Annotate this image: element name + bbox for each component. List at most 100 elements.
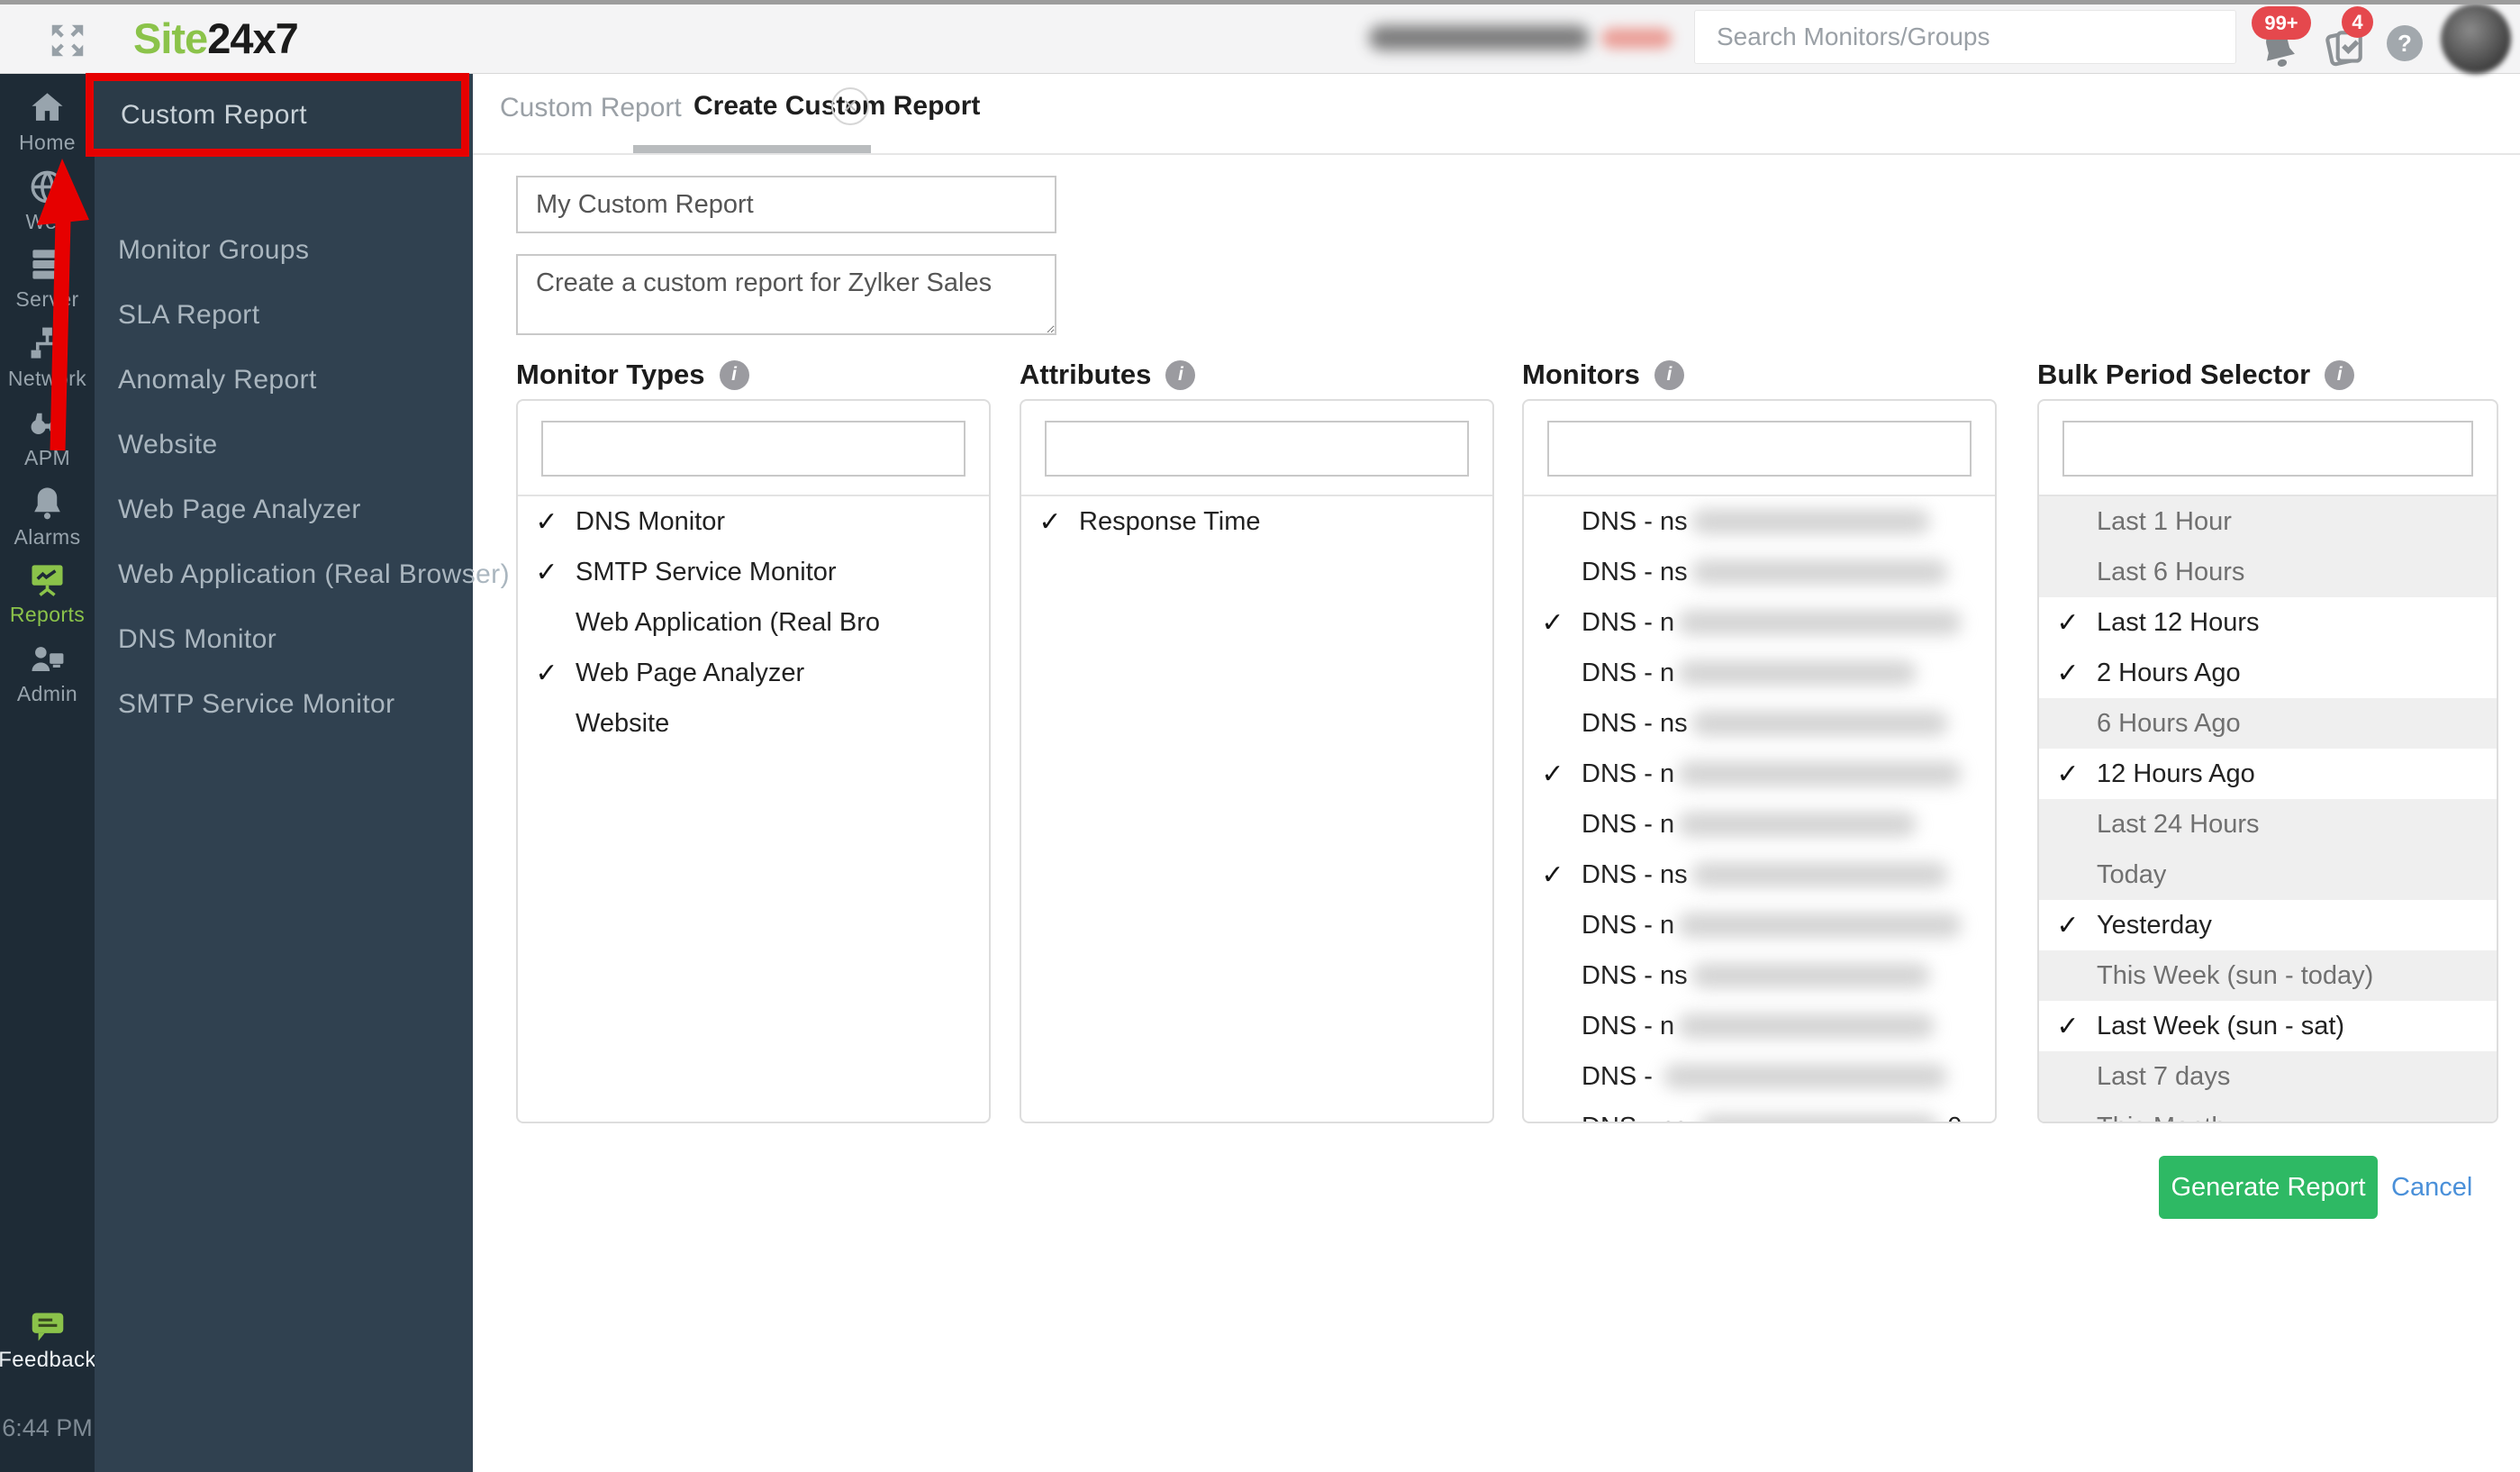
info-icon[interactable] [1654,359,1684,390]
expand-nav-icon[interactable] [47,20,88,61]
info-icon[interactable] [1165,359,1196,390]
submenu-item[interactable]: SMTP Service Monitor [95,672,473,737]
attributes-filter-input[interactable] [1045,421,1469,477]
submenu-item[interactable]: SLA Report [95,283,473,348]
info-icon[interactable] [719,359,749,390]
monitor-types-filter-input[interactable] [541,421,965,477]
period-option[interactable]: Last Week (sun - sat) [2039,1001,2497,1051]
period-option[interactable]: Yesterday [2039,900,2497,950]
period-option[interactable]: 12 Hours Ago [2039,749,2497,799]
option-label: DNS - n [1582,910,1675,940]
home-icon [32,93,63,121]
submenu-item-custom-report-highlighted[interactable]: Custom Report [86,73,469,157]
user-avatar[interactable] [2441,4,2511,74]
nav-label: Network [7,367,87,390]
monitor-option[interactable]: DNS - ns [1524,547,1995,597]
period-option[interactable]: 2 Hours Ago [2039,648,2497,698]
tab-custom-report[interactable]: Custom Report [500,93,682,123]
period-option[interactable]: 6 Hours Ago [2039,698,2497,749]
monitor-option[interactable]: DNS - n [1524,597,1995,648]
redacted-notice-link [1601,28,1672,49]
check-icon [1021,506,1079,538]
monitor-option[interactable]: DNS - ns [1524,496,1995,547]
monitor-types-panel: DNS Monitor SMTP Service Monitor Web App… [516,399,991,1123]
nav-label: Server [15,287,79,311]
submenu-item[interactable]: Website [95,413,473,477]
submenu-item-label: DNS Monitor [118,624,277,654]
monitors-list: DNS - ns DNS - ns DNS - n DNS - n [1524,495,1995,1122]
monitor-option[interactable]: DNS - n [1524,1001,1995,1051]
monitor-option[interactable]: DNS - ns [1524,698,1995,749]
monitors-filter-input[interactable] [1547,421,1972,477]
attribute-option[interactable]: Response Time [1021,496,1492,547]
submenu-item[interactable]: Web Application (Real Browser) [95,542,510,607]
bulk-period-filter-input[interactable] [2062,421,2473,477]
notifications-count-badge[interactable]: 99+ [2252,6,2311,40]
submenu-item[interactable]: Monitor Groups [95,218,473,283]
monitor-option[interactable]: DNS - ns- 0 [1524,1102,1995,1122]
period-option[interactable]: Last 6 Hours [2039,547,2497,597]
option-label: DNS - ns [1582,557,1688,586]
option-label: DNS - ns [1582,960,1688,990]
tab-close-icon[interactable] [831,87,869,125]
nav-item-admin[interactable]: Admin [0,640,95,706]
monitor-option[interactable]: DNS - [1524,1051,1995,1102]
nav-label: APM [23,446,71,469]
option-label: Last 12 Hours [2097,607,2260,637]
nav-item-apm[interactable]: APM [0,404,95,470]
redacted-text [1663,1064,1947,1089]
redacted-text [1700,1114,1939,1122]
redacted-text [1691,559,1948,585]
monitor-type-option[interactable]: DNS Monitor [518,496,989,547]
period-option[interactable]: Last 24 Hours [2039,799,2497,850]
nav-item-reports[interactable]: Reports [0,560,95,627]
check-icon [518,506,576,538]
submenu-item-label: Website [118,430,218,459]
check-icon [2039,910,2097,941]
tasks-count-badge[interactable]: 4 [2342,6,2373,38]
help-icon[interactable]: ? [2387,25,2423,61]
monitor-option[interactable]: DNS - n [1524,648,1995,698]
monitor-type-option[interactable]: Website [518,698,989,749]
monitor-option[interactable]: DNS - n [1524,749,1995,799]
submenu-item[interactable]: DNS Monitor [95,607,473,672]
option-label: This Week (sun - today) [2097,960,2374,990]
search-input[interactable] [1694,10,2236,64]
monitor-type-option[interactable]: Web Application (Real Bro [518,597,989,648]
nav-item-home[interactable]: Home [0,88,95,155]
nav-item-alarms[interactable]: Alarms [0,483,95,550]
report-description-textarea[interactable]: Create a custom report for Zylker Sales [516,254,1056,335]
option-label: Website [576,708,670,738]
monitor-type-option[interactable]: Web Page Analyzer [518,648,989,698]
monitor-option[interactable]: DNS - ns [1524,850,1995,900]
period-option[interactable]: This Month [2039,1102,2497,1122]
period-option[interactable]: This Week (sun - today) [2039,950,2497,1001]
nav-item-server[interactable]: Server [0,245,95,312]
monitor-option[interactable]: DNS - n [1524,900,1995,950]
period-option[interactable]: Today [2039,850,2497,900]
check-icon [2039,658,2097,689]
option-label: DNS - ns [1582,506,1688,536]
generate-report-button[interactable]: Generate Report [2159,1156,2378,1219]
submenu-item[interactable]: Anomaly Report [95,348,473,413]
admin-icon [32,647,64,671]
monitor-type-option[interactable]: SMTP Service Monitor [518,547,989,597]
feedback-button[interactable]: Feedback [0,1310,95,1373]
report-name-input[interactable] [516,176,1056,233]
submenu-item[interactable]: Web Page Analyzer [95,477,473,542]
monitor-option[interactable]: DNS - n [1524,799,1995,850]
nav-item-web[interactable]: Web [0,168,95,234]
submenu-item-label: SMTP Service Monitor [118,689,395,719]
period-option[interactable]: Last 1 Hour [2039,496,2497,547]
bulk-period-panel: Last 1 Hour Last 6 Hours Last 12 Hours 2… [2037,399,2498,1123]
cancel-link[interactable]: Cancel [2391,1173,2472,1203]
nav-label: Reports [9,603,86,626]
site24x7-logo[interactable]: Site24x7 [133,14,299,63]
column-header-attributes: Attributes [1020,359,1196,391]
period-option[interactable]: Last 12 Hours [2039,597,2497,648]
period-option[interactable]: Last 7 days [2039,1051,2497,1102]
option-label: Last 24 Hours [2097,809,2260,839]
monitor-option[interactable]: DNS - ns [1524,950,1995,1001]
info-icon[interactable] [2325,359,2355,390]
nav-item-network[interactable]: Network [0,324,95,391]
